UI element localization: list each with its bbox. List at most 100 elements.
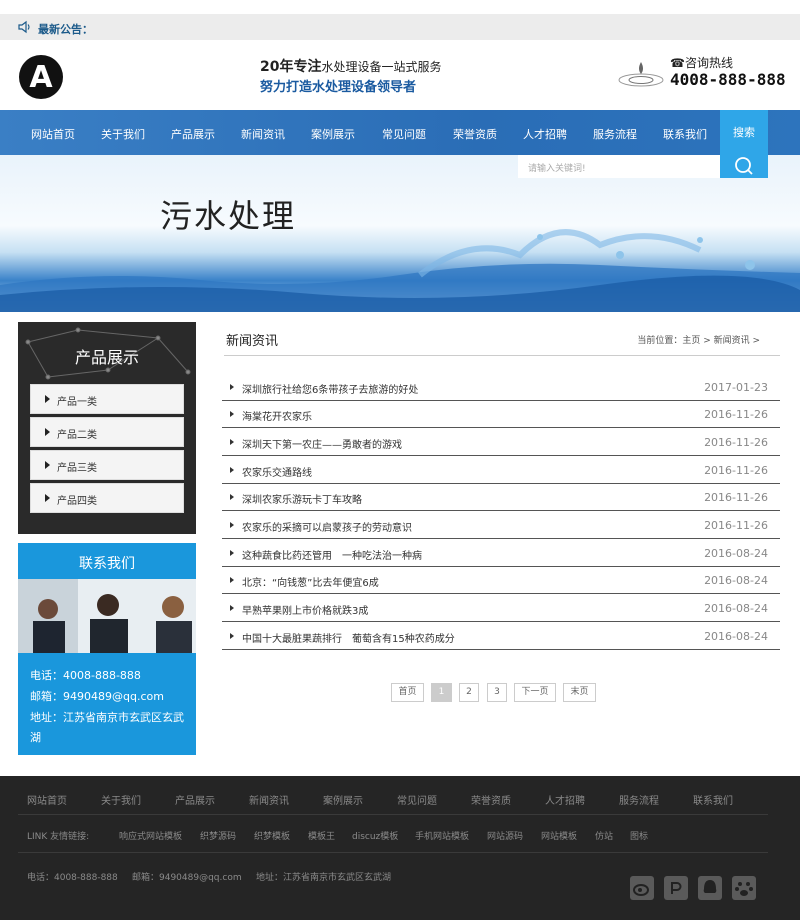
friend-link[interactable]: discuz模板	[352, 829, 398, 842]
nav-item-process[interactable]: 服务流程	[593, 126, 637, 142]
footer-nav-item[interactable]: 关于我们	[101, 792, 141, 807]
news-title[interactable]: 海棠花开农家乐	[242, 408, 312, 423]
category-title: 产品展示	[74, 348, 139, 367]
nav-item-jobs[interactable]: 人才招聘	[523, 126, 567, 142]
banner-title: 污水处理	[160, 197, 297, 235]
category-item[interactable]: 产品四类	[30, 483, 184, 513]
footer-nav-item[interactable]: 人才招聘	[545, 792, 585, 807]
slogan-rest: 水处理设备一站式服务	[321, 60, 442, 74]
nav-item-products[interactable]: 产品展示	[171, 126, 215, 142]
footer: 网站首页 关于我们 产品展示 新闻资讯 案例展示 常见问题 荣誉资质 人才招聘 …	[0, 776, 800, 920]
friend-link[interactable]: 模板王	[308, 829, 335, 842]
news-date: 2017-01-23	[704, 381, 768, 394]
search-tab[interactable]: 搜索	[720, 110, 768, 155]
friend-link[interactable]: 织梦模板	[254, 829, 290, 842]
category-item[interactable]: 产品二类	[30, 417, 184, 447]
news-date: 2016-08-24	[704, 574, 768, 587]
news-row[interactable]: 深圳农家乐游玩卡丁车攻略 2016-11-26	[222, 484, 780, 511]
breadcrumb[interactable]: 当前位置：主页 > 新闻资讯 >	[637, 333, 760, 346]
section-title: 新闻资讯	[226, 334, 279, 349]
notice-label: 最新公告：	[38, 23, 93, 36]
friend-link[interactable]: 手机网站模板	[415, 829, 469, 842]
logo[interactable]: A	[19, 55, 63, 99]
main-nav: 网站首页 关于我们 产品展示 新闻资讯 案例展示 常见问题 荣誉资质 人才招聘 …	[0, 110, 800, 155]
news-date: 2016-08-24	[704, 547, 768, 560]
section-header: 新闻资讯 当前位置：主页 > 新闻资讯 >	[224, 330, 780, 356]
caret-right-icon	[45, 461, 50, 469]
search-icon	[735, 157, 753, 175]
friend-link[interactable]: 仿站	[595, 829, 613, 842]
news-row[interactable]: 农家乐交通路线 2016-11-26	[222, 457, 780, 484]
footer-nav-item[interactable]: 联系我们	[693, 792, 733, 807]
search-input[interactable]: 请输入关键词!	[518, 155, 720, 178]
news-title[interactable]: 深圳农家乐游玩卡丁车攻略	[242, 491, 362, 506]
nav-item-cases[interactable]: 案例展示	[311, 126, 355, 142]
pager-last[interactable]: 末页	[563, 683, 596, 702]
news-title[interactable]: 深圳旅行社给您6条带孩子去旅游的好处	[242, 381, 418, 396]
nav-item-faq[interactable]: 常见问题	[382, 126, 426, 142]
news-date: 2016-11-26	[704, 491, 768, 504]
friend-link[interactable]: 图标	[630, 829, 648, 842]
caret-right-icon	[230, 467, 234, 473]
contact-address-cont: 湖	[30, 731, 41, 744]
weibo-icon[interactable]	[630, 876, 654, 900]
friend-link[interactable]: 网站模板	[541, 829, 577, 842]
category-item[interactable]: 产品三类	[30, 450, 184, 480]
news-row[interactable]: 深圳旅行社给您6条带孩子去旅游的好处 2017-01-23	[222, 374, 780, 401]
news-date: 2016-11-26	[704, 408, 768, 421]
footer-nav-item[interactable]: 新闻资讯	[249, 792, 289, 807]
news-title[interactable]: 北京：“向钱葱”比去年便宜6成	[242, 574, 379, 589]
hotline-label: ☎咨询热线	[670, 56, 733, 70]
slogan-main: 20年专注水处理设备一站式服务	[260, 56, 442, 76]
news-row[interactable]: 中国十大最脏果蔬排行 葡萄含有15种农药成分 2016-08-24	[222, 623, 780, 650]
pager-page-current[interactable]: 1	[431, 683, 452, 702]
header: A 20年专注水处理设备一站式服务 努力打造水处理设备领导者 ☎咨询热线 400…	[0, 40, 800, 110]
news-row[interactable]: 海棠花开农家乐 2016-11-26	[222, 401, 780, 428]
caret-right-icon	[230, 411, 234, 417]
baidu-icon[interactable]	[732, 876, 756, 900]
qzone-icon[interactable]	[664, 876, 688, 900]
news-title[interactable]: 早熟苹果刚上市价格就跌3成	[242, 602, 368, 617]
news-title[interactable]: 农家乐的采摘可以启蒙孩子的劳动意识	[242, 519, 412, 534]
news-title[interactable]: 深圳天下第一农庄——勇敢者的游戏	[242, 436, 402, 451]
footer-nav-item[interactable]: 案例展示	[323, 792, 363, 807]
slogan-bold: 20年专注	[260, 59, 322, 75]
news-row[interactable]: 早熟苹果刚上市价格就跌3成 2016-08-24	[222, 595, 780, 622]
hotline-number: 4008-888-888	[670, 70, 786, 89]
news-title[interactable]: 这种蔬食比药还管用 一种吃法治一种病	[242, 547, 422, 562]
news-row[interactable]: 深圳天下第一农庄——勇敢者的游戏 2016-11-26	[222, 429, 780, 456]
news-row[interactable]: 这种蔬食比药还管用 一种吃法治一种病 2016-08-24	[222, 540, 780, 567]
footer-nav-item[interactable]: 网站首页	[27, 792, 67, 807]
nav-item-contact[interactable]: 联系我们	[663, 126, 707, 142]
contact-title: 联系我们	[79, 556, 135, 572]
news-title[interactable]: 中国十大最脏果蔬排行 葡萄含有15种农药成分	[242, 630, 455, 645]
news-row[interactable]: 北京：“向钱葱”比去年便宜6成 2016-08-24	[222, 567, 780, 594]
friend-link[interactable]: 响应式网站模板	[119, 829, 182, 842]
pager-page[interactable]: 3	[487, 683, 507, 702]
pager-page[interactable]: 2	[459, 683, 479, 702]
category-item[interactable]: 产品一类	[30, 384, 184, 414]
news-row[interactable]: 农家乐的采摘可以启蒙孩子的劳动意识 2016-11-26	[222, 512, 780, 539]
caret-right-icon	[45, 428, 50, 436]
news-title[interactable]: 农家乐交通路线	[242, 464, 312, 479]
search-button[interactable]	[720, 155, 768, 178]
caret-right-icon	[230, 605, 234, 611]
footer-nav-item[interactable]: 产品展示	[175, 792, 215, 807]
nav-item-honors[interactable]: 荣誉资质	[453, 126, 497, 142]
footer-nav-item[interactable]: 荣誉资质	[471, 792, 511, 807]
nav-item-home[interactable]: 网站首页	[31, 126, 75, 142]
footer-nav-item[interactable]: 常见问题	[397, 792, 437, 807]
qq-icon[interactable]	[698, 876, 722, 900]
news-date: 2016-11-26	[704, 464, 768, 477]
footer-divider	[18, 852, 768, 853]
nav-item-about[interactable]: 关于我们	[101, 126, 145, 142]
contact-panel: 联系我们 电话：4008-888-888 邮箱：9490489@qq.com 地…	[18, 543, 196, 755]
pager-next[interactable]: 下一页	[514, 683, 556, 702]
nav-item-news[interactable]: 新闻资讯	[241, 126, 285, 142]
footer-nav-item[interactable]: 服务流程	[619, 792, 659, 807]
friend-link[interactable]: 网站源码	[487, 829, 523, 842]
friend-link[interactable]: 织梦源码	[200, 829, 236, 842]
contact-address: 地址：江苏省南京市玄武区玄武	[30, 711, 184, 724]
pager-first[interactable]: 首页	[391, 683, 424, 702]
caret-right-icon	[230, 577, 234, 583]
